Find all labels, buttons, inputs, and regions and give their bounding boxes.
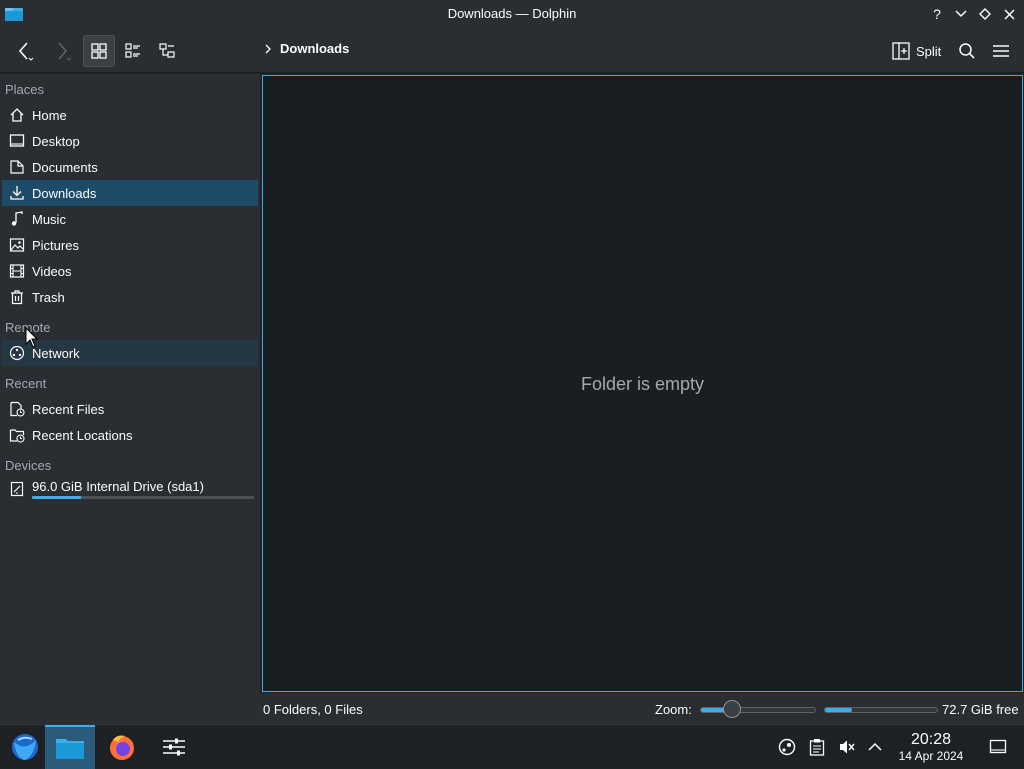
- sidebar-item-trash[interactable]: Trash: [2, 284, 258, 310]
- chevron-right-icon: [58, 42, 71, 61]
- folder-icon: [56, 739, 84, 759]
- music-icon: [2, 206, 32, 232]
- chevron-up-icon: [868, 742, 882, 751]
- diamond-icon: [979, 8, 991, 20]
- steam-tray-button[interactable]: [775, 735, 799, 759]
- free-space-bar[interactable]: [824, 707, 938, 713]
- taskbar: 20:28 14 Apr 2024: [0, 724, 1024, 769]
- section-recent: Recent: [5, 376, 47, 391]
- steam-icon: [778, 738, 796, 756]
- sidebar-item-documents[interactable]: Documents: [2, 154, 258, 180]
- volume-muted-icon: [840, 740, 855, 754]
- window-title: Downloads — Dolphin: [447, 6, 577, 21]
- minimize-button[interactable]: [950, 4, 972, 24]
- maximize-button[interactable]: [974, 4, 996, 24]
- zoom-label: Zoom:: [655, 702, 692, 717]
- documents-icon: [2, 154, 32, 180]
- folder-summary: 0 Folders, 0 Files: [263, 702, 363, 717]
- help-button[interactable]: ?: [926, 4, 948, 24]
- clock-date: 14 Apr 2024: [898, 749, 964, 763]
- drive-usage-bar: [32, 496, 254, 499]
- sidebar-item-pictures[interactable]: Pictures: [2, 232, 258, 258]
- section-places: Places: [5, 82, 45, 97]
- free-space-label: 72.7 GiB free: [942, 702, 1019, 717]
- sidebar-item-videos[interactable]: Videos: [2, 258, 258, 284]
- hamburger-menu-button[interactable]: [988, 35, 1014, 67]
- compact-view-icon: [125, 43, 140, 58]
- sidebar-item-home[interactable]: Home: [2, 102, 258, 128]
- videos-icon: [2, 258, 32, 284]
- sidebar-item-desktop[interactable]: Desktop: [2, 128, 258, 154]
- desktop-icon: [2, 128, 32, 154]
- taskbar-dolphin[interactable]: [45, 725, 95, 769]
- close-icon: [1003, 8, 1015, 20]
- search-button[interactable]: [954, 35, 980, 67]
- empty-folder-message: Folder is empty: [580, 374, 705, 394]
- clipboard-tray-button[interactable]: [805, 735, 829, 759]
- question-icon: ?: [933, 6, 941, 22]
- hamburger-menu-icon: [993, 45, 1009, 57]
- chevron-right-icon: [265, 44, 271, 53]
- recent-files-icon: [2, 396, 32, 422]
- back-button[interactable]: [10, 35, 40, 67]
- show-hidden-icons-button[interactable]: [863, 735, 887, 759]
- main-toolbar: Downloads Split: [0, 29, 1024, 73]
- trash-icon: [2, 284, 32, 310]
- app-launcher-button[interactable]: [0, 725, 50, 769]
- sidebar-item-recent-locations[interactable]: Recent Locations: [2, 422, 258, 448]
- status-bar: 0 Folders, 0 Files Zoom: 72.7 GiB free: [0, 693, 1024, 724]
- forward-button[interactable]: [46, 35, 76, 67]
- sidebar-item-music[interactable]: Music: [2, 206, 258, 232]
- zoom-slider-handle[interactable]: [723, 700, 742, 718]
- free-space-fill: [825, 708, 852, 712]
- home-icon: [2, 102, 32, 128]
- download-icon: [2, 180, 32, 206]
- zoom-slider[interactable]: [700, 707, 816, 713]
- pictures-icon: [2, 232, 32, 258]
- firefox-icon: [110, 735, 134, 760]
- desktop-peek-icon: [989, 739, 1007, 754]
- drive-usage-fill: [32, 496, 81, 499]
- clipboard-icon: [809, 739, 825, 756]
- show-desktop-button[interactable]: [986, 735, 1010, 759]
- file-view[interactable]: Folder is empty: [262, 75, 1023, 692]
- section-devices: Devices: [5, 458, 52, 473]
- details-view-button[interactable]: [152, 35, 182, 67]
- places-panel: Places Home Desktop Documents Downloads …: [0, 74, 260, 724]
- chevron-down-icon: [955, 10, 967, 18]
- split-label: Split: [916, 43, 942, 59]
- steamos-launcher-icon: [12, 734, 38, 760]
- close-button[interactable]: [998, 4, 1020, 24]
- sidebar-item-downloads[interactable]: Downloads: [2, 180, 258, 206]
- taskbar-firefox[interactable]: [97, 725, 147, 769]
- title-bar: Downloads — Dolphin ?: [0, 0, 1024, 29]
- split-button[interactable]: Split: [888, 37, 945, 65]
- sidebar-item-network[interactable]: Network: [2, 340, 258, 366]
- volume-tray-button[interactable]: [835, 735, 859, 759]
- chevron-left-icon: [18, 42, 34, 61]
- drive-icon: [2, 476, 32, 502]
- clock-time: 20:28: [910, 731, 952, 748]
- digital-clock[interactable]: 20:28 14 Apr 2024: [892, 731, 970, 763]
- sliders-icon: [163, 738, 185, 756]
- taskbar-settings[interactable]: [149, 725, 199, 769]
- recent-locations-icon: [2, 422, 32, 448]
- search-icon: [959, 43, 975, 59]
- compact-view-button[interactable]: [118, 35, 148, 67]
- grid-view-icon: [91, 43, 107, 59]
- mouse-cursor-icon: [25, 327, 39, 348]
- icons-view-button[interactable]: [83, 35, 115, 67]
- breadcrumb-current[interactable]: Downloads: [280, 41, 349, 56]
- tree-view-icon: [159, 43, 175, 58]
- split-icon: [892, 42, 910, 60]
- sidebar-item-recent-files[interactable]: Recent Files: [2, 396, 258, 422]
- breadcrumb: Downloads: [264, 41, 349, 56]
